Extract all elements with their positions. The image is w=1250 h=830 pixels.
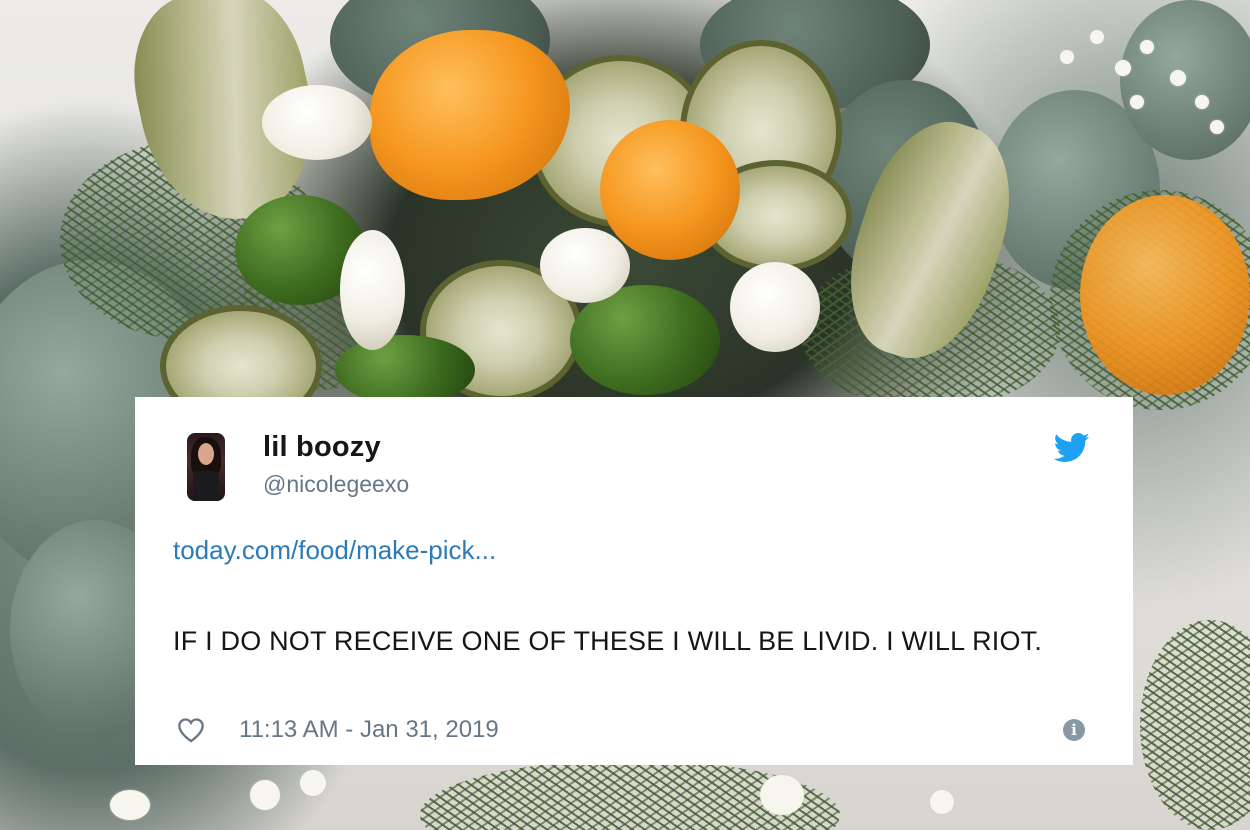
white-flower <box>1170 70 1186 86</box>
garlic-clove <box>540 228 630 303</box>
avatar-face <box>198 443 214 465</box>
white-flower <box>1090 30 1104 44</box>
dill-sprig <box>1140 620 1250 830</box>
tweet-link[interactable]: today.com/food/make-pick... <box>173 535 496 566</box>
white-flower <box>300 770 326 796</box>
white-flower <box>1060 50 1074 64</box>
white-flower <box>1210 120 1224 134</box>
white-flower <box>930 790 954 814</box>
white-flower <box>250 780 280 810</box>
white-flower <box>1140 40 1154 54</box>
heart-icon[interactable] <box>177 717 205 743</box>
white-flower <box>1130 95 1144 109</box>
avatar[interactable] <box>187 433 225 501</box>
garlic-clove <box>340 230 405 350</box>
jalapeno-pepper <box>335 335 475 405</box>
tweet-text: IF I DO NOT RECEIVE ONE OF THESE I WILL … <box>173 626 1043 656</box>
display-name[interactable]: lil boozy <box>263 431 381 464</box>
white-flower <box>760 775 804 815</box>
habanero-pepper <box>1080 195 1250 395</box>
tweet-timestamp[interactable]: 11:13 AM - Jan 31, 2019 <box>239 716 499 744</box>
user-handle[interactable]: @nicolegeexo <box>263 471 409 498</box>
info-icon[interactable]: i <box>1063 719 1085 741</box>
avatar-body <box>193 471 219 501</box>
white-flower <box>110 790 150 820</box>
white-flower <box>1115 60 1131 76</box>
white-flower <box>1195 95 1209 109</box>
garlic-clove <box>730 262 820 352</box>
twitter-bird-icon[interactable] <box>1054 433 1090 463</box>
garlic-clove <box>262 85 372 160</box>
tweet-card: lil boozy @nicolegeexo today.com/food/ma… <box>135 397 1133 765</box>
habanero-pepper <box>600 120 740 260</box>
